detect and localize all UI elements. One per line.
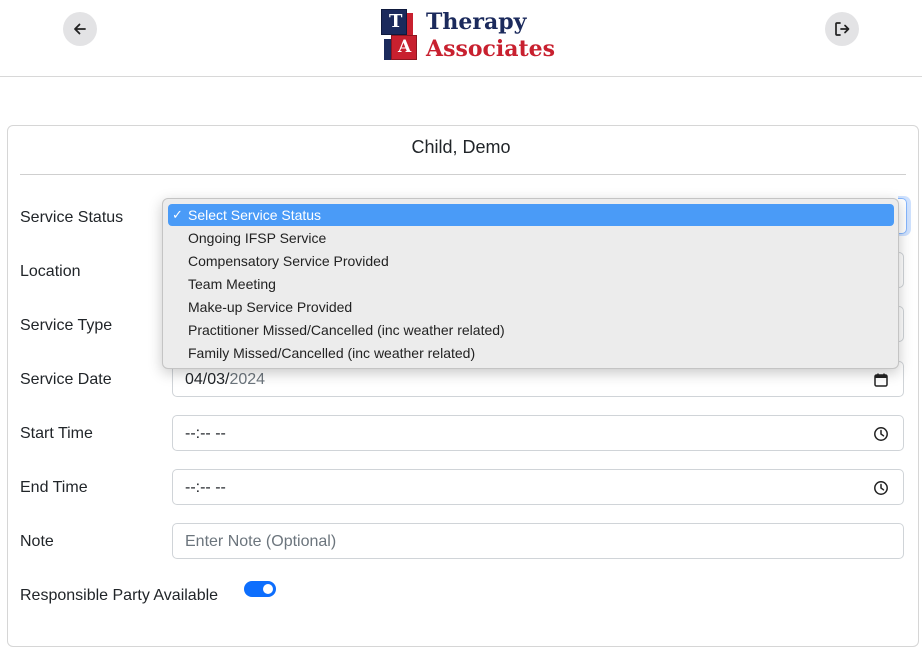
toggle-knob bbox=[263, 584, 273, 594]
dropdown-option-label: Team Meeting bbox=[188, 276, 276, 292]
dropdown-option-label: Ongoing IFSP Service bbox=[188, 230, 327, 246]
end-time-value: --:-- -- bbox=[185, 479, 226, 496]
back-button[interactable] bbox=[63, 12, 97, 46]
logout-button[interactable] bbox=[825, 12, 859, 46]
note-label: Note bbox=[20, 533, 54, 550]
logo-block-top-letter: T bbox=[389, 11, 403, 32]
dropdown-option-ongoing-ifsp[interactable]: Ongoing IFSP Service bbox=[168, 227, 894, 249]
arrow-left-icon bbox=[74, 23, 86, 35]
logo-block-bottom-side bbox=[384, 39, 391, 60]
service-status-select[interactable] bbox=[898, 198, 907, 234]
title-divider bbox=[20, 174, 906, 175]
logo-block-bottom: A bbox=[391, 35, 417, 60]
page-title: Child, Demo bbox=[411, 137, 511, 157]
responsible-party-toggle[interactable] bbox=[244, 581, 276, 597]
service-status-label: Service Status bbox=[20, 209, 124, 226]
dropdown-option-select-service-status[interactable]: ✓ Select Service Status bbox=[168, 204, 894, 226]
dropdown-option-compensatory[interactable]: Compensatory Service Provided bbox=[168, 250, 894, 272]
logo-block-side bbox=[407, 13, 413, 35]
logo-block-top: T bbox=[381, 9, 407, 35]
dropdown-option-label: Make-up Service Provided bbox=[188, 299, 353, 315]
logo: T A Therapy Associates bbox=[381, 9, 556, 62]
start-time-value: --:-- -- bbox=[185, 425, 226, 442]
dropdown-option-family-missed[interactable]: Family Missed/Cancelled (inc weather rel… bbox=[168, 342, 894, 364]
note-placeholder: Enter Note (Optional) bbox=[185, 533, 337, 550]
dropdown-option-label: Practitioner Missed/Cancelled (inc weath… bbox=[188, 322, 505, 338]
start-time-input[interactable]: --:-- -- bbox=[172, 415, 904, 451]
check-icon: ✓ bbox=[172, 207, 183, 222]
service-date-year: 2024 bbox=[229, 371, 266, 388]
clock-icon[interactable] bbox=[873, 426, 889, 442]
location-label: Location bbox=[20, 263, 81, 280]
dropdown-option-practitioner-missed[interactable]: Practitioner Missed/Cancelled (inc weath… bbox=[168, 319, 894, 341]
logo-block-bottom-letter: A bbox=[398, 37, 412, 57]
dropdown-option-label: Compensatory Service Provided bbox=[188, 253, 389, 269]
service-date-value: 04/03/2024 bbox=[185, 370, 265, 390]
calendar-icon[interactable] bbox=[873, 372, 889, 388]
service-date-label: Service Date bbox=[20, 371, 112, 388]
end-time-input[interactable]: --:-- -- bbox=[172, 469, 904, 505]
start-time-label: Start Time bbox=[20, 425, 93, 442]
dropdown-option-label: Select Service Status bbox=[188, 207, 322, 223]
responsible-party-label: Responsible Party Available bbox=[20, 587, 219, 604]
top-bar: T A Therapy Associates bbox=[0, 0, 922, 77]
logout-icon bbox=[835, 22, 850, 36]
service-type-label: Service Type bbox=[20, 317, 113, 334]
logo-text-associates: Associates bbox=[426, 36, 556, 62]
service-status-dropdown: ✓ Select Service Status Ongoing IFSP Ser… bbox=[162, 198, 899, 369]
logo-text-therapy: Therapy bbox=[426, 9, 527, 35]
dropdown-option-make-up[interactable]: Make-up Service Provided bbox=[168, 296, 894, 318]
clock-icon[interactable] bbox=[873, 480, 889, 496]
dropdown-option-label: Family Missed/Cancelled (inc weather rel… bbox=[188, 345, 476, 361]
dropdown-option-team-meeting[interactable]: Team Meeting bbox=[168, 273, 894, 295]
note-input[interactable]: Enter Note (Optional) bbox=[172, 523, 904, 559]
service-date-month-day: 04/03/ bbox=[185, 371, 230, 388]
end-time-label: End Time bbox=[20, 479, 88, 496]
